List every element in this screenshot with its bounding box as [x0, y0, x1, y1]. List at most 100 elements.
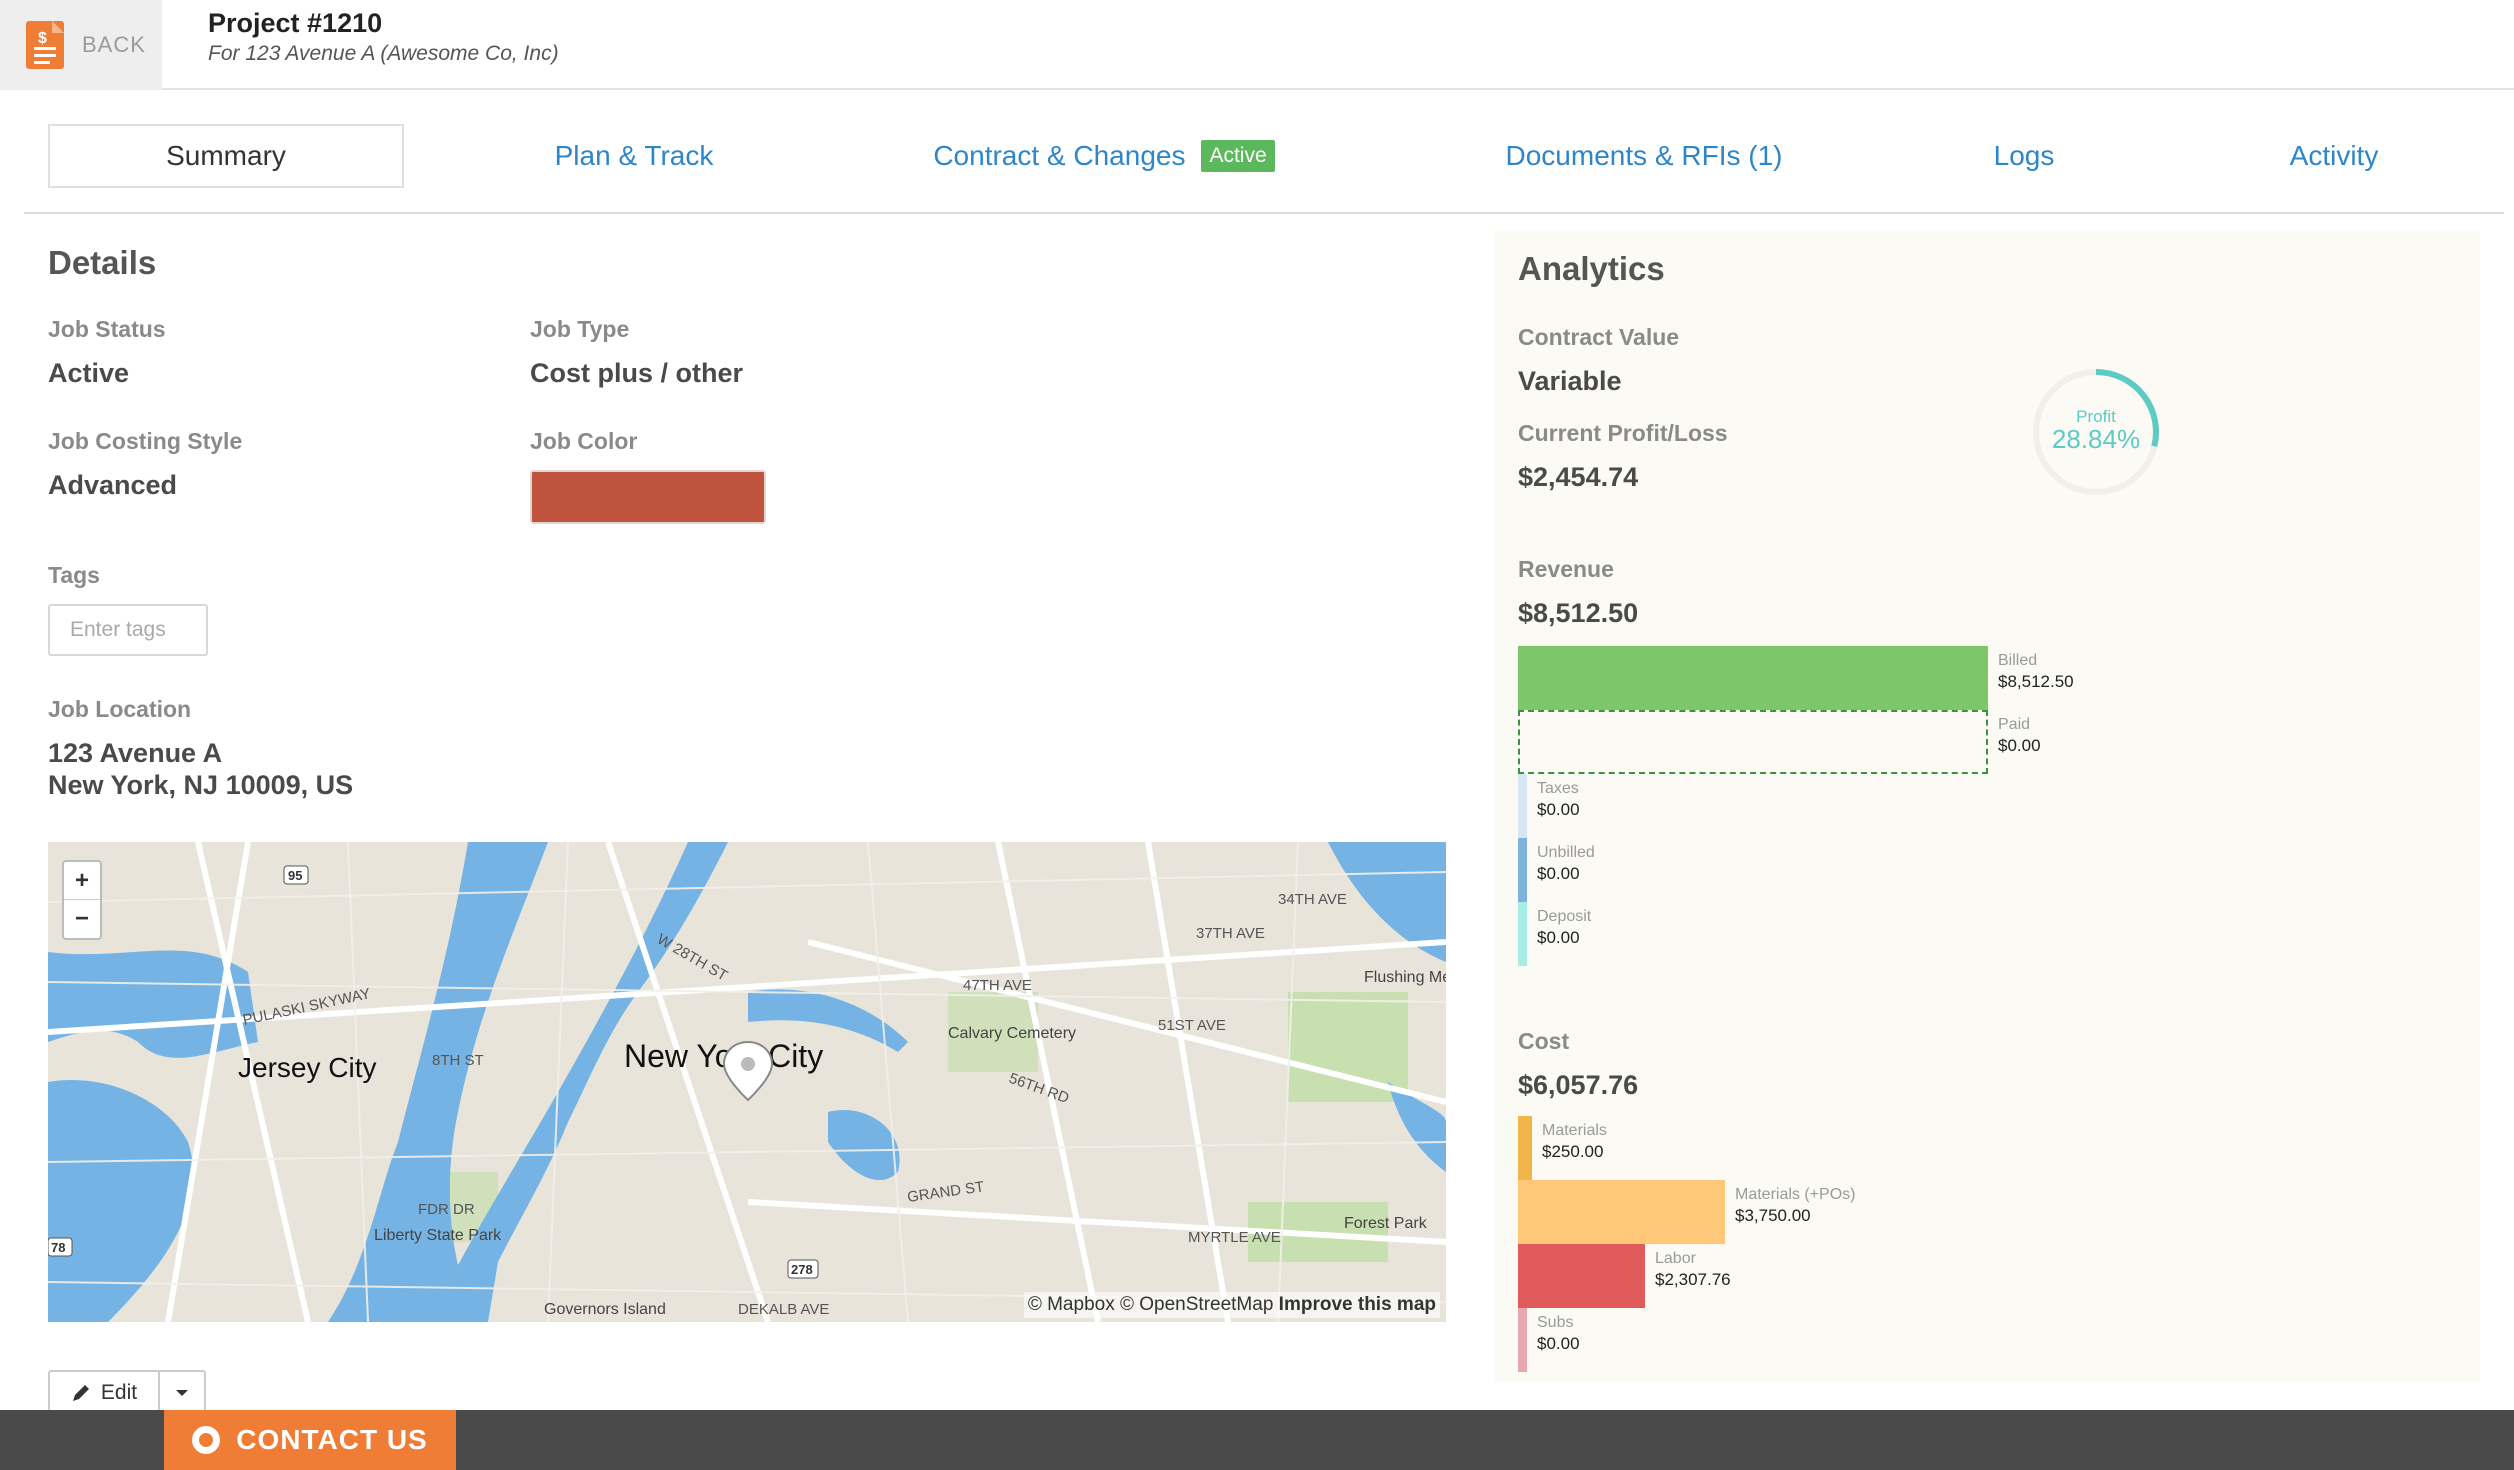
- revenue-value: $8,512.50: [1518, 598, 1639, 628]
- analytics-title: Analytics: [1518, 250, 1665, 287]
- revenue-bar-label: Unbilled: [1537, 844, 1595, 861]
- contract-value-label: Contract Value: [1518, 324, 1680, 350]
- cost-bar-label: Materials (+POs): [1735, 1186, 1856, 1203]
- job-status-value: Active: [48, 358, 130, 388]
- tab-logs[interactable]: Logs: [1944, 124, 2104, 188]
- lifebuoy-icon: [192, 1426, 221, 1454]
- tab-contract-changes[interactable]: Contract & Changes Active: [894, 124, 1314, 188]
- revenue-bar: [1518, 646, 1988, 710]
- cost-bar-label: Materials: [1542, 1122, 1607, 1139]
- tab-plan-track[interactable]: Plan & Track: [484, 124, 784, 188]
- revenue-bar-value: $0.00: [1998, 736, 2041, 755]
- map-label-51st: 51ST AVE: [1158, 1017, 1226, 1034]
- map-label-flushing: Flushing Meadows-Corona Park: [1364, 969, 1446, 986]
- cost-label: Cost: [1518, 1028, 1570, 1054]
- map-shield-78: 78: [51, 1240, 65, 1255]
- cost-bar-value: $3,750.00: [1735, 1206, 1811, 1225]
- address-line1: 123 Avenue A: [48, 738, 223, 768]
- cost-bar-value: $0.00: [1537, 1334, 1580, 1353]
- invoice-icon: $: [22, 17, 72, 73]
- map-label-8th: 8TH ST: [432, 1052, 484, 1069]
- status-badge: Active: [1201, 140, 1275, 172]
- tab-label: Activity: [2289, 140, 2379, 171]
- header: $ BACK Project #1210 For 123 Avenue A (A…: [0, 0, 2514, 90]
- cost-bar: [1518, 1244, 1645, 1308]
- tab-label: Summary: [166, 140, 286, 171]
- map-shield-278: 278: [791, 1262, 813, 1277]
- cost-bar-value: $250.00: [1542, 1142, 1604, 1161]
- details-title: Details: [48, 244, 157, 281]
- tab-label: Documents & RFIs (1): [1505, 140, 1783, 171]
- map-label-calvary: Calvary Cemetery: [948, 1025, 1076, 1042]
- tab-label: Contract & Changes: [933, 140, 1186, 171]
- attribution-text[interactable]: © Mapbox © OpenStreetMap: [1028, 1294, 1274, 1315]
- map-label-34th: 34TH AVE: [1278, 891, 1347, 908]
- tab-summary[interactable]: Summary: [48, 124, 404, 188]
- zoom-in-button[interactable]: +: [64, 862, 100, 900]
- zoom-out-button[interactable]: −: [64, 900, 100, 938]
- map-label-governors: Governors Island: [544, 1301, 666, 1318]
- tags-label: Tags: [48, 562, 100, 588]
- revenue-bar-label: Deposit: [1537, 908, 1592, 925]
- tags-input[interactable]: [48, 604, 208, 656]
- revenue-bar-label: Billed: [1998, 652, 2038, 669]
- project-title: Project #1210: [208, 8, 383, 38]
- map-attribution: © Mapbox © OpenStreetMap Improve this ma…: [1023, 1292, 1440, 1318]
- cost-value: $6,057.76: [1518, 1070, 1639, 1100]
- map-label-jersey-city: Jersey City: [238, 1052, 376, 1083]
- job-location-label: Job Location: [48, 696, 192, 722]
- profit-percent: 28.84%: [2052, 424, 2140, 454]
- costing-style-label: Job Costing Style: [48, 428, 243, 454]
- project-subtitle: For 123 Avenue A (Awesome Co, Inc): [208, 42, 559, 65]
- job-location-map[interactable]: PULASKI SKYWAY FDR DR GRAND ST MYRTLE AV…: [48, 842, 1446, 1322]
- address-line2: New York, NJ 10009, US: [48, 770, 354, 800]
- analytics-panel: Analytics Contract Value Variable Curren…: [1494, 230, 2480, 1382]
- revenue-bar-value: $0.00: [1537, 928, 1580, 947]
- pencil-icon: [72, 1385, 89, 1401]
- chevron-down-icon: [176, 1390, 188, 1396]
- map-label-liberty: Liberty State Park: [374, 1227, 502, 1244]
- map-label-myrtle: MYRTLE AVE: [1188, 1229, 1281, 1246]
- job-color-label: Job Color: [530, 428, 638, 454]
- map-label-dekalb: DEKALB AVE: [738, 1301, 829, 1318]
- map-label-47th: 47TH AVE: [963, 977, 1032, 994]
- map-zoom-control: + −: [62, 860, 102, 940]
- job-color-swatch[interactable]: [530, 470, 766, 524]
- revenue-bar: [1518, 902, 1527, 966]
- cost-bar-value: $2,307.76: [1655, 1270, 1731, 1289]
- revenue-bar: [1518, 710, 1988, 774]
- map-shield-95: 95: [288, 868, 302, 883]
- contact-us-button[interactable]: CONTACT US: [164, 1410, 456, 1470]
- improve-map-link[interactable]: Improve this map: [1279, 1294, 1436, 1315]
- job-type-label: Job Type: [530, 316, 630, 342]
- revenue-bar-label: Paid: [1998, 716, 2031, 733]
- map-label-37th: 37TH AVE: [1196, 925, 1265, 942]
- profit-loss-label: Current Profit/Loss: [1518, 420, 1728, 446]
- back-button[interactable]: $ BACK: [0, 0, 162, 90]
- cost-bar: [1518, 1116, 1532, 1180]
- revenue-bar: [1518, 774, 1527, 838]
- cost-bar-label: Labor: [1655, 1250, 1696, 1267]
- cost-bar: [1518, 1180, 1725, 1244]
- costing-style-value: Advanced: [48, 470, 178, 500]
- cost-bar-label: Subs: [1537, 1314, 1574, 1331]
- profit-loss-value: $2,454.74: [1518, 462, 1639, 492]
- revenue-label: Revenue: [1518, 556, 1614, 582]
- cost-bar: [1518, 1308, 1527, 1372]
- tab-bar: Summary Plan & Track Contract & Changes …: [24, 120, 2504, 214]
- tab-documents-rfis[interactable]: Documents & RFIs (1): [1464, 124, 1824, 188]
- revenue-bar-value: $0.00: [1537, 864, 1580, 883]
- contact-label: CONTACT US: [236, 1424, 428, 1455]
- job-status-label: Job Status: [48, 316, 166, 342]
- map-label-new-york-city: New York City: [624, 1038, 823, 1074]
- revenue-bar-value: $8,512.50: [1998, 672, 2074, 691]
- contract-value: Variable: [1518, 366, 1622, 396]
- revenue-bar-label: Taxes: [1537, 780, 1579, 797]
- tab-label: Logs: [1993, 140, 2055, 171]
- tab-label: Plan & Track: [554, 140, 714, 171]
- back-label: BACK: [82, 32, 146, 57]
- tab-activity[interactable]: Activity: [2234, 124, 2434, 188]
- revenue-bar: [1518, 838, 1527, 902]
- job-type-value: Cost plus / other: [530, 358, 744, 388]
- svg-text:$: $: [38, 30, 47, 47]
